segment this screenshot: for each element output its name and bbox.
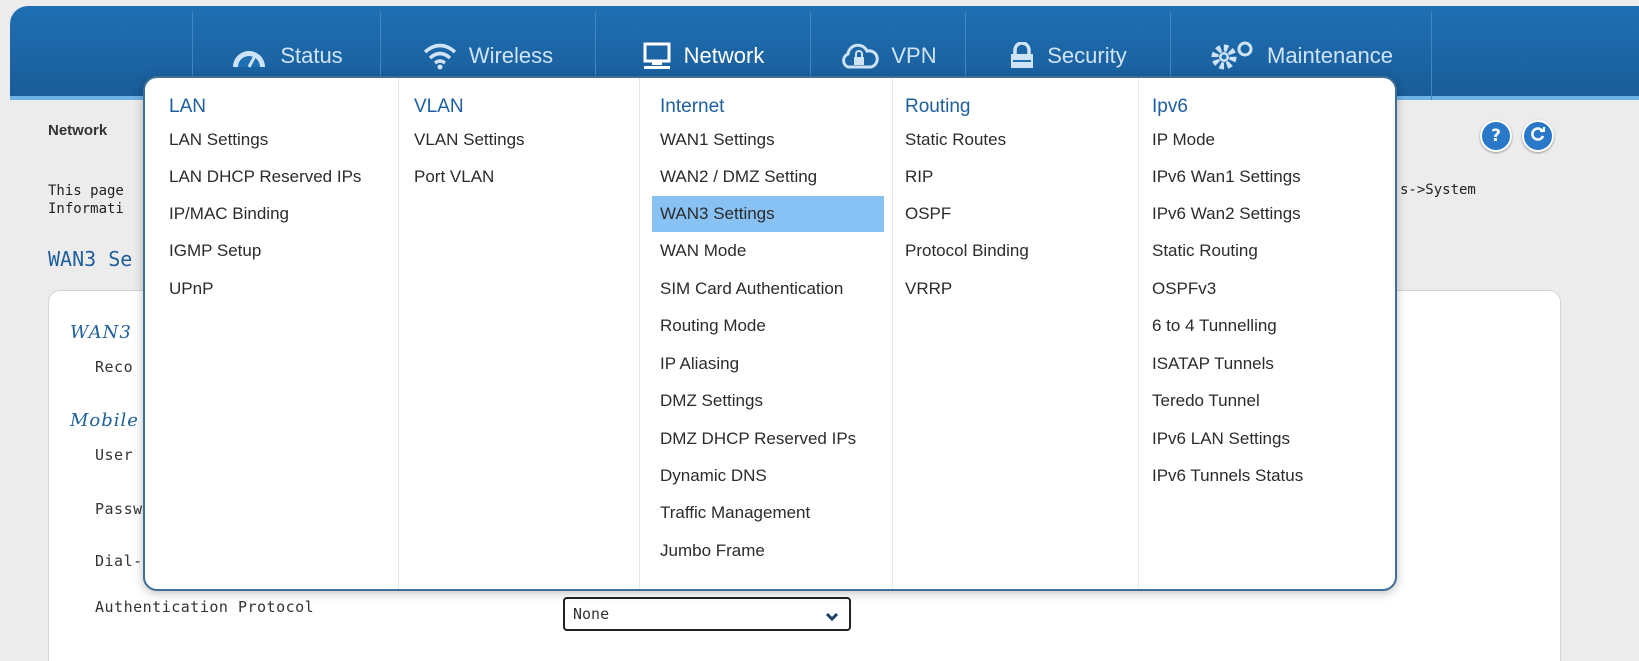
menu-item-ospfv3[interactable]: OSPFv3 <box>1144 271 1216 307</box>
help-button[interactable]: ? <box>1480 120 1512 152</box>
menu-item-static-routes[interactable]: Static Routes <box>897 122 1006 158</box>
menu-item-wan2-dmz-setting[interactable]: WAN2 / DMZ Setting <box>652 159 817 195</box>
menu-item-ip-mac-binding[interactable]: IP/MAC Binding <box>161 196 289 232</box>
menu-item-dmz-dhcp-reserved-ips[interactable]: DMZ DHCP Reserved IPs <box>652 421 856 457</box>
menu-divider <box>398 78 399 589</box>
refresh-button[interactable] <box>1522 120 1554 152</box>
description-right: s->System <box>1400 182 1476 198</box>
reconnect-label: Reco <box>95 358 134 376</box>
description-line1: This page <box>48 183 124 199</box>
menu-item-ipv6-wan2-settings[interactable]: IPv6 Wan2 Settings <box>1144 196 1301 232</box>
refresh-icon <box>1530 126 1546 147</box>
menu-item-sim-card-authentication[interactable]: SIM Card Authentication <box>652 271 843 307</box>
nav-status-label: Status <box>280 43 343 68</box>
gauge-icon <box>230 43 268 69</box>
menu-heading-lan: LAN <box>169 96 206 117</box>
network-dropdown-menu: LAN LAN Settings LAN DHCP Reserved IPs I… <box>143 76 1397 591</box>
menu-divider <box>1138 78 1139 589</box>
nav-network-label: Network <box>683 43 765 68</box>
dial-number-label: Dial- <box>95 552 143 570</box>
nav-vpn-label: VPN <box>891 43 937 68</box>
auth-protocol-select[interactable]: None <box>563 597 851 631</box>
menu-item-jumbo-frame[interactable]: Jumbo Frame <box>652 533 765 569</box>
menu-item-6-to-4-tunnelling[interactable]: 6 to 4 Tunnelling <box>1144 308 1277 344</box>
menu-heading-routing: Routing <box>905 96 971 117</box>
section-mobile-heading: Mobile <box>70 410 139 431</box>
page-actions: ? <box>1480 120 1554 152</box>
nav-wireless-label: Wireless <box>468 43 554 68</box>
user-name-label: User <box>95 446 134 464</box>
description-line2: Informati <box>48 201 124 217</box>
menu-item-wan1-settings[interactable]: WAN1 Settings <box>652 122 775 158</box>
menu-divider <box>639 78 640 589</box>
monitor-icon <box>642 42 672 70</box>
menu-item-protocol-binding[interactable]: Protocol Binding <box>897 233 1029 269</box>
menu-item-isatap-tunnels[interactable]: ISATAP Tunnels <box>1144 346 1274 382</box>
menu-item-port-vlan[interactable]: Port VLAN <box>406 159 494 195</box>
menu-item-lan-dhcp-reserved-ips[interactable]: LAN DHCP Reserved IPs <box>161 159 361 195</box>
menu-item-ipv6-tunnels-status[interactable]: IPv6 Tunnels Status <box>1144 458 1303 494</box>
page-title: WAN3 Se <box>48 247 133 271</box>
menu-item-ip-aliasing[interactable]: IP Aliasing <box>652 346 739 382</box>
menu-item-dynamic-dns[interactable]: Dynamic DNS <box>652 458 767 494</box>
breadcrumb[interactable]: Network <box>48 122 107 139</box>
nav-maintenance-label: Maintenance <box>1267 43 1393 68</box>
page-description: This page Informati <box>48 182 124 218</box>
menu-item-rip[interactable]: RIP <box>897 159 933 195</box>
menu-item-wan3-settings[interactable]: WAN3 Settings <box>652 196 884 232</box>
chevron-down-icon <box>825 608 839 626</box>
menu-item-ipv6-lan-settings[interactable]: IPv6 LAN Settings <box>1144 421 1290 457</box>
auth-protocol-label: Authentication Protocol <box>95 598 315 616</box>
menu-divider <box>892 78 893 589</box>
menu-item-ip-mode[interactable]: IP Mode <box>1144 122 1215 158</box>
menu-heading-internet: Internet <box>660 96 725 117</box>
menu-item-lan-settings[interactable]: LAN Settings <box>161 122 268 158</box>
menu-item-upnp[interactable]: UPnP <box>161 271 213 307</box>
nav-security-label: Security <box>1047 43 1127 68</box>
menu-item-ipv6-wan1-settings[interactable]: IPv6 Wan1 Settings <box>1144 159 1301 195</box>
menu-heading-ipv6: Ipv6 <box>1152 96 1188 117</box>
menu-item-dmz-settings[interactable]: DMZ Settings <box>652 383 763 419</box>
wifi-icon <box>423 42 457 70</box>
menu-item-ospf[interactable]: OSPF <box>897 196 951 232</box>
menu-item-teredo-tunnel[interactable]: Teredo Tunnel <box>1144 383 1260 419</box>
gears-icon <box>1209 41 1255 71</box>
lock-icon <box>1009 42 1035 70</box>
section-wan3-heading: WAN3 <box>70 322 132 343</box>
cloud-lock-icon <box>839 42 880 70</box>
menu-item-igmp-setup[interactable]: IGMP Setup <box>161 233 261 269</box>
menu-item-vlan-settings[interactable]: VLAN Settings <box>406 122 525 158</box>
menu-heading-vlan: VLAN <box>414 96 464 117</box>
menu-item-routing-mode[interactable]: Routing Mode <box>652 308 766 344</box>
password-label: Passw <box>95 500 143 518</box>
menu-item-wan-mode[interactable]: WAN Mode <box>652 233 746 269</box>
menu-item-vrrp[interactable]: VRRP <box>897 271 952 307</box>
menu-item-traffic-management[interactable]: Traffic Management <box>652 495 810 531</box>
menu-item-static-routing[interactable]: Static Routing <box>1144 233 1258 269</box>
auth-protocol-value: None <box>573 605 610 623</box>
